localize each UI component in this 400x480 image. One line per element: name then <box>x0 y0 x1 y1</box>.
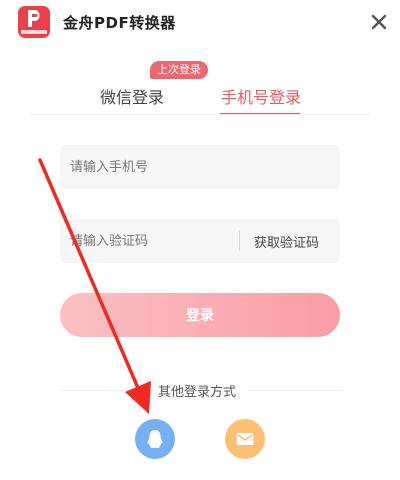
app-title: 金舟PDF转换器 <box>63 14 176 32</box>
code-input[interactable] <box>70 219 230 263</box>
logo-subtext <box>21 30 47 34</box>
divider-left <box>60 390 155 391</box>
login-button[interactable]: 登录 <box>60 293 340 337</box>
code-divider <box>239 231 240 251</box>
app-logo <box>18 6 50 38</box>
other-login-label: 其他登录方式 <box>158 385 237 400</box>
close-icon[interactable] <box>370 13 388 31</box>
qq-icon <box>147 430 163 448</box>
tab-wechat-login[interactable]: 微信登录 <box>100 84 164 108</box>
phone-input-box <box>60 145 340 189</box>
code-input-box: 获取验证码 <box>60 219 340 263</box>
pdf-logo-icon <box>28 10 40 27</box>
tab-phone-login[interactable]: 手机号登录 <box>221 84 301 108</box>
qq-login-button[interactable] <box>135 419 175 459</box>
divider-right <box>247 390 342 391</box>
mail-icon <box>236 433 254 445</box>
phone-input[interactable] <box>70 145 330 189</box>
mail-login-button[interactable] <box>225 419 265 459</box>
last-login-badge: 上次登录 <box>150 61 208 79</box>
get-code-button[interactable]: 获取验证码 <box>254 232 319 251</box>
tab-divider <box>30 114 370 115</box>
